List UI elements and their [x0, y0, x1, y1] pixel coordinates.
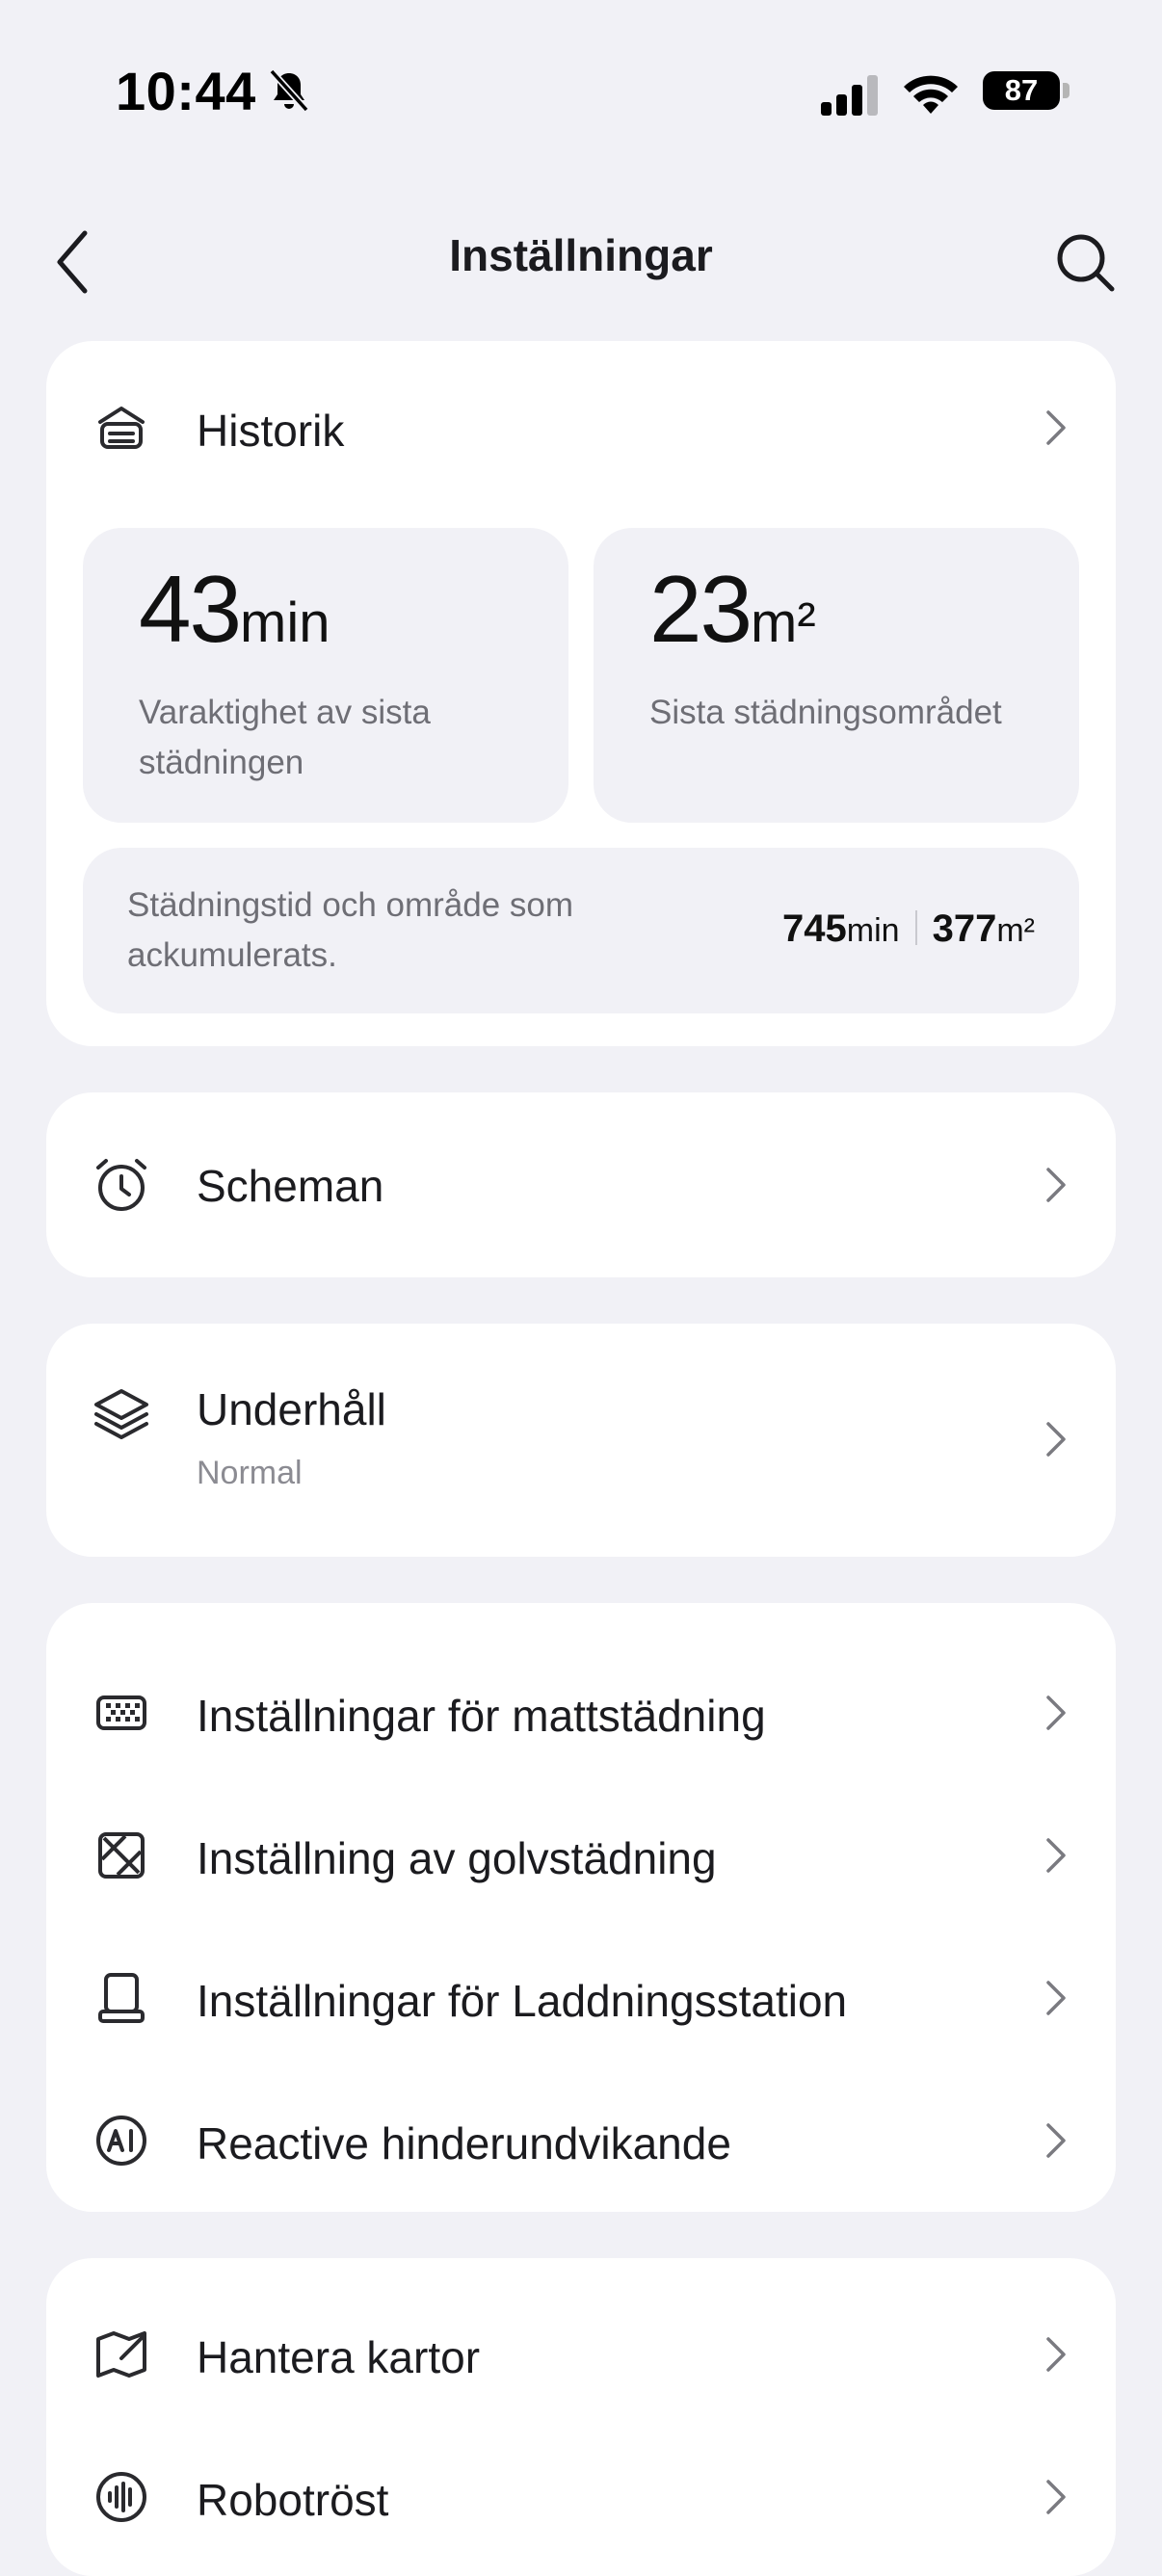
obstacle-avoidance-row[interactable]: Reactive hinderundvikande: [46, 2083, 1116, 2198]
accumulated-description: Städningstid och område som ackumulerats…: [127, 886, 574, 974]
battery-cap: [1063, 83, 1070, 98]
chevron-right-icon: [1046, 1168, 1066, 1202]
last-duration-value: 43min: [139, 555, 330, 664]
layers-icon: [94, 1389, 148, 1439]
status-time: 10:44: [116, 61, 256, 121]
dock-settings-label: Inställningar för Laddningsstation: [197, 1976, 848, 2026]
last-area-value: 23m²: [649, 555, 816, 664]
cellular-signal-icon: [821, 75, 878, 116]
last-duration-description: Varaktighet av sista städningen: [139, 694, 431, 781]
accumulated-time-number: 745: [782, 907, 847, 950]
history-icon: [98, 407, 145, 449]
floor-settings-row[interactable]: Inställning av golvstädning: [46, 1798, 1116, 1913]
maintenance-card[interactable]: Underhåll Normal: [46, 1324, 1116, 1557]
alarm-clock-icon: [96, 1159, 146, 1211]
bell-muted-icon: [269, 68, 309, 113]
accumulated-tile[interactable]: Städningstid och område som ackumulerats…: [83, 848, 1079, 1013]
robot-voice-label: Robotröst: [197, 2475, 389, 2525]
accumulated-time-unit: min: [846, 912, 900, 949]
accumulated-area-unit: m²: [996, 912, 1035, 949]
carpet-settings-label: Inställningar för mattstädning: [197, 1691, 766, 1741]
carpet-settings-row[interactable]: Inställningar för mattstädning: [46, 1655, 1116, 1771]
last-duration-tile[interactable]: 43min Varaktighet av sista städningen: [83, 528, 568, 823]
map-icon: [96, 2331, 146, 2378]
chevron-right-icon: [1046, 410, 1066, 445]
ai-icon: [96, 2116, 146, 2166]
voice-icon: [96, 2472, 146, 2522]
carpet-icon: [96, 1695, 146, 1730]
history-card: Historik 43min Varaktighet av sista städ…: [46, 341, 1116, 1046]
obstacle-avoidance-label: Reactive hinderundvikande: [197, 2118, 731, 2169]
chevron-right-icon: [1046, 2337, 1066, 2372]
dock-icon: [98, 1973, 145, 2023]
schedules-card[interactable]: Scheman: [46, 1092, 1116, 1277]
robot-voice-row[interactable]: Robotröst: [46, 2439, 1116, 2555]
battery-level: 87: [983, 71, 1060, 110]
chevron-right-icon: [1046, 2480, 1066, 2514]
last-area-unit: m²: [751, 591, 816, 654]
floor-settings-label: Inställning av golvstädning: [197, 1833, 717, 1883]
chevron-right-icon: [1046, 2123, 1066, 2158]
page-title: Inställningar: [449, 230, 713, 280]
last-duration-unit: min: [240, 591, 330, 654]
manage-maps-row[interactable]: Hantera kartor: [46, 2297, 1116, 2412]
chevron-right-icon: [1046, 1981, 1066, 2015]
map-settings-card: Hantera kartor Robotröst: [46, 2258, 1116, 2576]
search-icon[interactable]: [1050, 227, 1120, 297]
dock-settings-row[interactable]: Inställningar för Laddningsstation: [46, 1940, 1116, 2056]
history-label: Historik: [197, 406, 345, 456]
last-duration-number: 43: [139, 556, 242, 662]
status-bar: 10:44 87: [0, 0, 1162, 173]
last-area-tile[interactable]: 23m² Sista städningsområdet: [594, 528, 1079, 823]
accumulated-values: 745min 377m²: [782, 907, 1035, 951]
cleaning-settings-card: Inställningar för mattstädning Inställni…: [46, 1603, 1116, 2212]
maintenance-status: Normal: [197, 1455, 303, 1491]
wifi-icon: [904, 75, 958, 114]
last-area-number: 23: [649, 556, 753, 662]
maintenance-label: Underhåll: [197, 1384, 386, 1434]
chevron-right-icon: [1046, 1838, 1066, 1873]
chevron-right-icon: [1046, 1695, 1066, 1730]
battery-indicator: 87: [983, 67, 1070, 114]
accumulated-area-number: 377: [932, 907, 997, 950]
last-area-description: Sista städningsområdet: [649, 694, 1002, 731]
chevron-right-icon: [1046, 1422, 1066, 1457]
floor-icon: [98, 1832, 145, 1879]
history-row[interactable]: Historik: [46, 370, 1116, 486]
divider: [914, 910, 917, 945]
manage-maps-label: Hantera kartor: [197, 2332, 481, 2382]
schedules-label: Scheman: [197, 1161, 384, 1211]
